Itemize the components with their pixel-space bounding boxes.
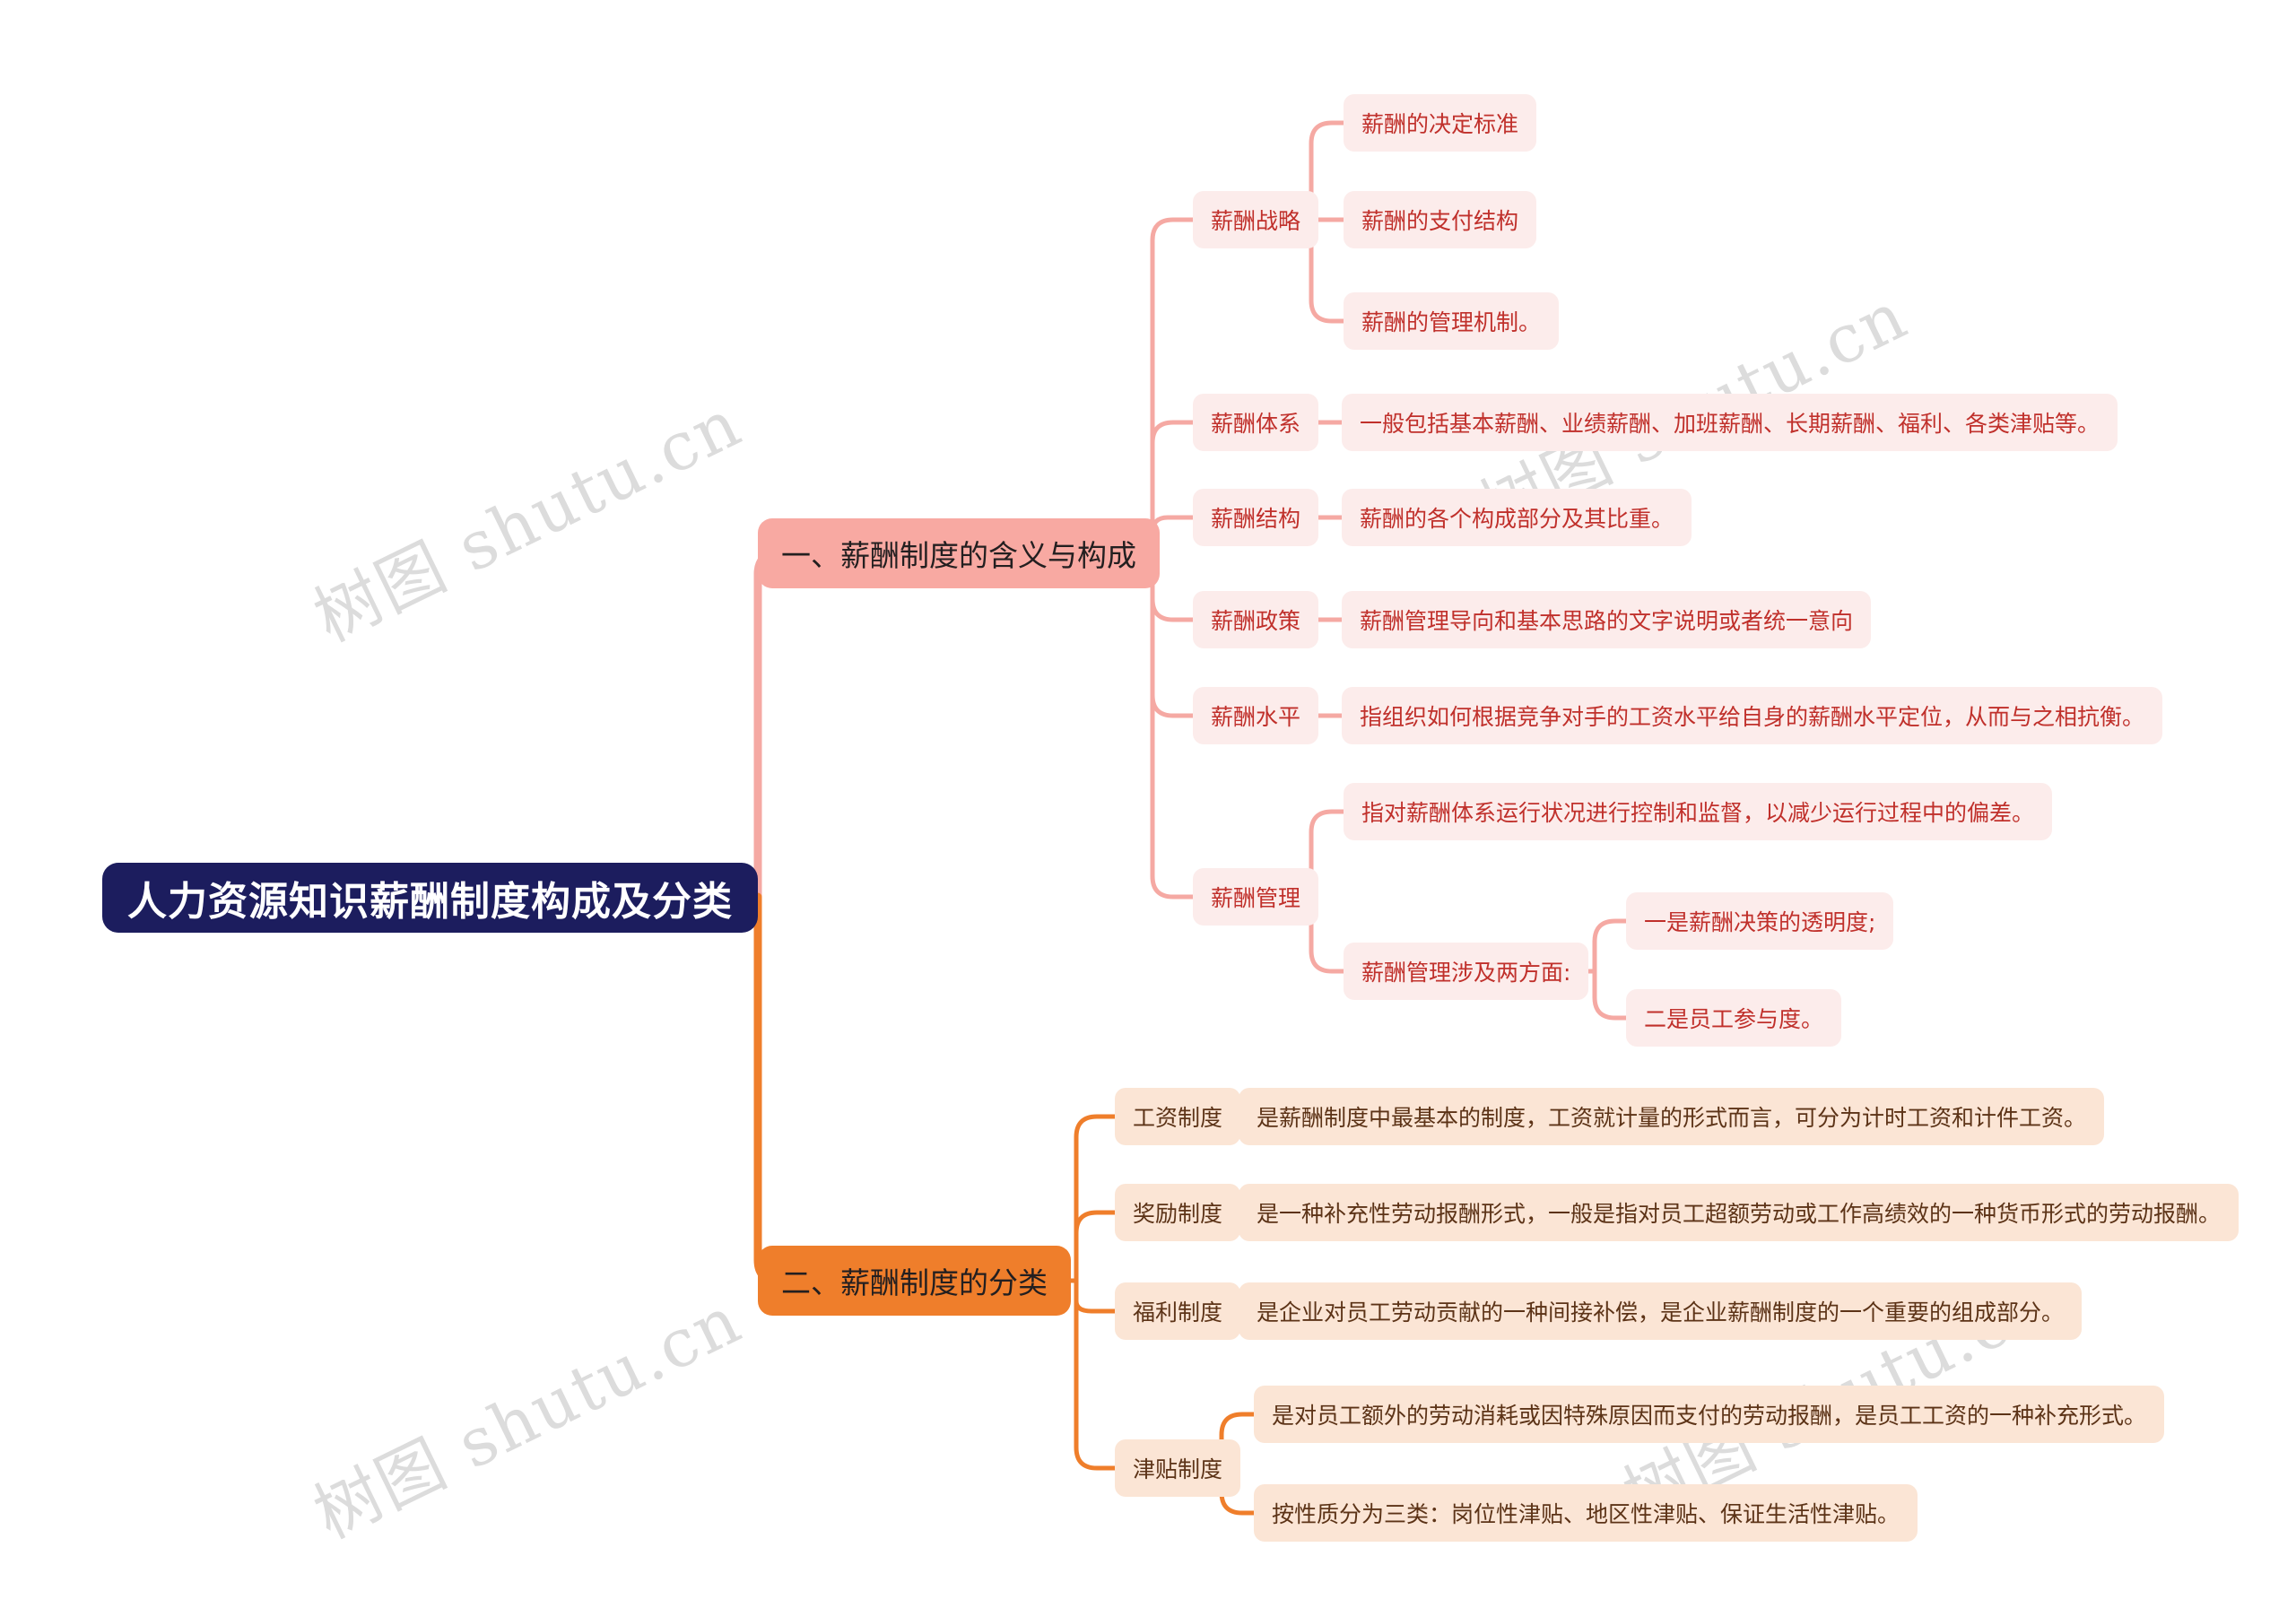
branch-node-2-label: 二、薪酬制度的分类 [781,1265,1048,1300]
node-fl-gongzi[interactable]: 工资制度 [1115,1088,1241,1145]
node-xcz-guanli-2-2-label: 二是员工参与度。 [1644,1006,1824,1032]
node-xcz-guanli-2-2[interactable]: 二是员工参与度。 [1626,989,1842,1047]
node-xcz-shuiping[interactable]: 薪酬水平 [1193,687,1319,744]
node-xcz-tixi-1[interactable]: 一般包括基本薪酬、业绩薪酬、加班薪酬、长期薪酬、福利、各类津贴等。 [1342,394,2118,451]
node-xcz-zhanlue-2[interactable]: 薪酬的支付结构 [1344,191,1537,248]
link-b2-to-jintie [1074,1278,1118,1471]
node-xcz-tixi-1-label: 一般包括基本薪酬、业绩薪酬、加班薪酬、长期薪酬、福利、各类津贴等。 [1360,411,2100,437]
node-xcz-jiegou-1-label: 薪酬的各个构成部分及其比重。 [1360,506,1674,532]
node-fl-gongzi-1-label: 是薪酬制度中最基本的制度，工资就计量的形式而言，可分为计时工资和计件工资。 [1257,1105,2087,1131]
mindmap-canvas: 树图 shutu.cn树图 shutu.cn树图 shutu.cn树图 shut… [0,0,2296,1608]
node-fl-jiangli-label: 奖励制度 [1133,1201,1223,1227]
node-fl-jiangli[interactable]: 奖励制度 [1115,1184,1241,1241]
link-b2-to-gongzi [1074,1114,1118,1283]
node-xcz-zhanlue-label: 薪酬战略 [1211,208,1301,234]
node-xcz-zhanlue-1-label: 薪酬的决定标准 [1361,111,1519,137]
branch-node-1-label: 一、薪酬制度的含义与构成 [781,538,1136,573]
node-xcz-guanli-1[interactable]: 指对薪酬体系运行状况进行控制和监督，以减少运行过程中的偏差。 [1344,783,2053,840]
node-xcz-shuiping-1-label: 指组织如何根据竞争对手的工资水平给自身的薪酬水平定位，从而与之相抗衡。 [1360,704,2145,730]
watermark-1: 树图 shutu.cn [302,384,753,657]
node-fl-gongzi-label: 工资制度 [1133,1105,1223,1131]
node-fl-gongzi-1[interactable]: 是薪酬制度中最基本的制度，工资就计量的形式而言，可分为计时工资和计件工资。 [1239,1088,2105,1145]
node-fl-jiangli-1-label: 是一种补充性劳动报酬形式，一般是指对员工超额劳动或工作高绩效的一种货币形式的劳动… [1257,1201,2222,1227]
root-node-label: 人力资源知识薪酬制度构成及分类 [127,879,733,925]
node-xcz-zhengce[interactable]: 薪酬政策 [1193,591,1319,648]
node-xcz-guanli[interactable]: 薪酬管理 [1193,868,1319,926]
node-xcz-zhanlue-1[interactable]: 薪酬的决定标准 [1344,94,1537,152]
node-xcz-guanli-2-1-label: 一是薪酬决策的透明度; [1644,909,1876,935]
node-fl-fuli-label: 福利制度 [1133,1299,1223,1326]
node-fl-jintie-2-label: 按性质分为三类：岗位性津贴、地区性津贴、保证生活性津贴。 [1272,1501,1900,1527]
link-b2-to-fuli [1074,1278,1118,1314]
node-xcz-jiegou[interactable]: 薪酬结构 [1193,489,1319,546]
node-fl-jintie-1-label: 是对员工额外的劳动消耗或因特殊原因而支付的劳动报酬，是员工工资的一种补充形式。 [1272,1403,2147,1429]
node-xcz-tixi-label: 薪酬体系 [1211,411,1301,437]
node-xcz-guanli-2-label: 薪酬管理涉及两方面: [1361,960,1571,986]
watermark-3: 树图 shutu.cn [302,1281,753,1554]
node-xcz-zhanlue-3-label: 薪酬的管理机制。 [1361,309,1542,335]
node-xcz-shuiping-label: 薪酬水平 [1211,704,1301,730]
node-fl-jintie-2[interactable]: 按性质分为三类：岗位性津贴、地区性津贴、保证生活性津贴。 [1254,1484,1918,1542]
link-root-branch1 [753,549,803,901]
node-fl-jintie-label: 津贴制度 [1133,1456,1223,1482]
node-fl-fuli-1[interactable]: 是企业对员工劳动贡献的一种间接补偿，是企业薪酬制度的一个重要的组成部分。 [1239,1282,2083,1340]
link-b2-to-jiangli [1074,1210,1118,1283]
node-xcz-jiegou-label: 薪酬结构 [1211,506,1301,532]
node-xcz-zhanlue[interactable]: 薪酬战略 [1193,191,1319,248]
link-root-branch2 [753,892,803,1285]
node-fl-fuli-1-label: 是企业对员工劳动贡献的一种间接补偿，是企业薪酬制度的一个重要的组成部分。 [1257,1299,2065,1326]
branch-node-1[interactable]: 一、薪酬制度的含义与构成 [758,518,1160,588]
link-b1-to-guanli [1150,551,1196,900]
node-xcz-shuiping-1[interactable]: 指组织如何根据竞争对手的工资水平给自身的薪酬水平定位，从而与之相抗衡。 [1342,687,2163,744]
branch-node-2[interactable]: 二、薪酬制度的分类 [758,1246,1071,1316]
node-xcz-guanli-label: 薪酬管理 [1211,885,1301,911]
node-xcz-jiegou-1[interactable]: 薪酬的各个构成部分及其比重。 [1342,489,1692,546]
node-xcz-zhanlue-2-label: 薪酬的支付结构 [1361,208,1519,234]
node-fl-jintie[interactable]: 津贴制度 [1115,1439,1241,1497]
root-node[interactable]: 人力资源知识薪酬制度构成及分类 [102,863,758,933]
node-fl-jiangli-1[interactable]: 是一种补充性劳动报酬形式，一般是指对员工超额劳动或工作高绩效的一种货币形式的劳动… [1239,1184,2239,1241]
node-fl-jintie-1[interactable]: 是对员工额外的劳动消耗或因特殊原因而支付的劳动报酬，是员工工资的一种补充形式。 [1254,1386,2165,1443]
node-fl-fuli[interactable]: 福利制度 [1115,1282,1241,1340]
node-xcz-guanli-2[interactable]: 薪酬管理涉及两方面: [1344,943,1589,1000]
node-xcz-zhengce-label: 薪酬政策 [1211,608,1301,634]
node-xcz-tixi[interactable]: 薪酬体系 [1193,394,1319,451]
node-xcz-zhengce-1-label: 薪酬管理导向和基本思路的文字说明或者统一意向 [1360,608,1854,634]
node-xcz-guanli-1-label: 指对薪酬体系运行状况进行控制和监督，以减少运行过程中的偏差。 [1361,800,2035,826]
node-xcz-zhanlue-3[interactable]: 薪酬的管理机制。 [1344,292,1560,350]
node-xcz-guanli-2-1[interactable]: 一是薪酬决策的透明度; [1626,892,1894,950]
node-xcz-zhengce-1[interactable]: 薪酬管理导向和基本思路的文字说明或者统一意向 [1342,591,1872,648]
link-b1-bus-up [1150,217,1196,556]
